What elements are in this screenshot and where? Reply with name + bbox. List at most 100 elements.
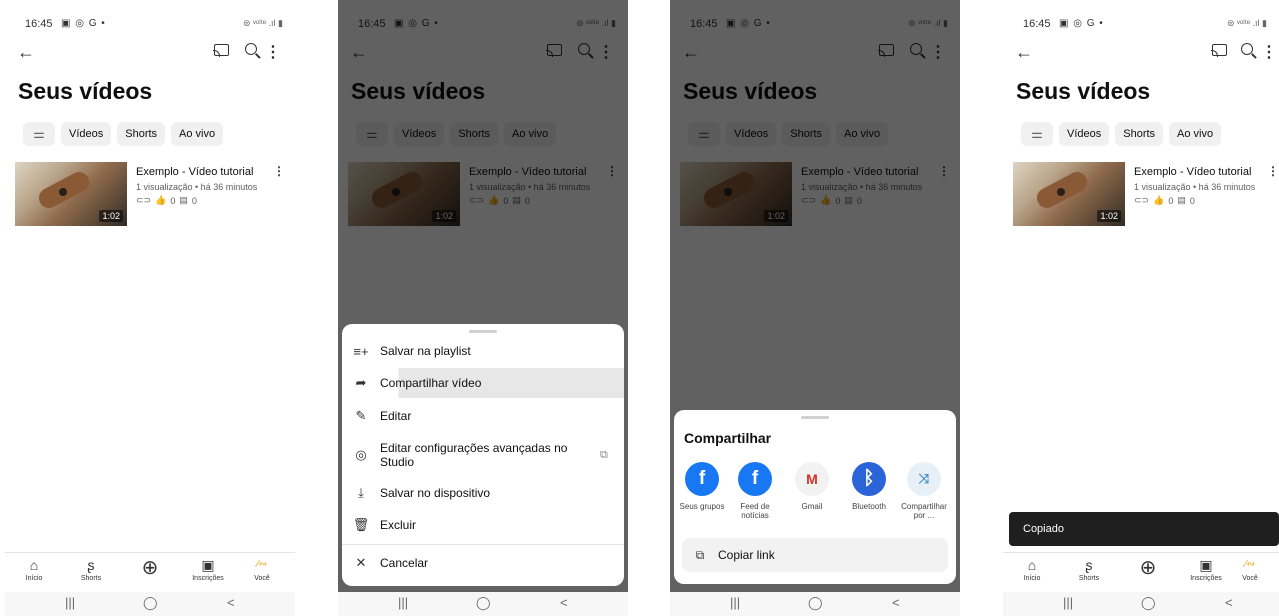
filter-chips: ⚌ Vídeos Shorts Ao vivo xyxy=(23,122,224,146)
chip-shorts[interactable]: Shorts xyxy=(1115,122,1164,146)
facebook-icon: f xyxy=(738,462,772,496)
like-icon: 👍 xyxy=(1153,195,1165,205)
menu-edit-advanced-studio[interactable]: ◎ Editar configurações avançadas no Studi… xyxy=(342,434,624,476)
system-home-icon[interactable]: ◯ xyxy=(143,595,158,611)
menu-edit[interactable]: ✎ Editar xyxy=(342,401,624,431)
video-more-icon[interactable]: ⋮ xyxy=(1267,164,1279,178)
video-meta: 1 visualização • há 36 minutos xyxy=(1134,182,1256,192)
chip-live[interactable]: Ao vivo xyxy=(171,122,224,146)
menu-label: Salvar na playlist xyxy=(380,344,471,358)
nav-create[interactable]: ⊕ xyxy=(125,557,175,581)
recents-icon[interactable]: ||| xyxy=(1063,595,1073,610)
copied-toast: Copiado xyxy=(1009,512,1279,546)
menu-save-to-device[interactable]: ⤓ Salvar no dispositivo xyxy=(342,478,624,508)
status-right-icons: ⊜ ᵛᵒˡᵗᵉ .ıl ▮ xyxy=(1226,18,1267,28)
system-home-icon[interactable]: ◯ xyxy=(476,595,491,611)
filter-sliders-icon[interactable]: ⚌ xyxy=(1021,122,1053,146)
like-icon: 👍 xyxy=(155,195,167,205)
nav-home[interactable]: ⌂ Início xyxy=(9,557,59,582)
share-facebook-feed[interactable]: f Feed de notícias xyxy=(727,462,783,520)
pencil-icon: ✎ xyxy=(355,408,367,423)
share-other[interactable]: ⤨ Compartilhar por ... xyxy=(896,462,952,520)
cast-icon[interactable] xyxy=(213,44,229,57)
nav-shorts[interactable]: ʂ Shorts xyxy=(66,557,116,582)
nav-subscriptions[interactable]: ▣ Inscrições xyxy=(183,557,233,582)
nav-home-label: Início xyxy=(25,575,43,582)
system-back-icon[interactable]: < xyxy=(1225,595,1233,610)
filter-sliders-icon[interactable]: ⚌ xyxy=(23,122,55,146)
sheet-drag-handle[interactable] xyxy=(469,330,497,333)
recents-icon[interactable]: ||| xyxy=(65,595,75,610)
system-back-icon[interactable]: < xyxy=(892,595,900,610)
download-icon: ⤓ xyxy=(358,485,364,500)
chip-shorts[interactable]: Shorts xyxy=(117,122,166,146)
video-duration: 1:02 xyxy=(99,210,123,222)
share-app-label: Bluetooth xyxy=(852,502,886,511)
share-sheet: Compartilhar f Seus grupos f Feed de notíc… xyxy=(674,410,956,584)
external-link-icon: ⧉ xyxy=(600,448,608,461)
system-back-icon[interactable]: < xyxy=(560,595,568,610)
menu-label: Salvar no dispositivo xyxy=(380,486,491,500)
more-options-icon[interactable]: ⋮ xyxy=(265,42,281,62)
nav-shorts[interactable]: ʂ Shorts xyxy=(1064,557,1114,582)
share-icon: ➦ xyxy=(355,375,367,390)
share-gmail[interactable]: M Gmail xyxy=(784,462,840,511)
video-list-item[interactable]: 1:02 Exemplo - Vídeo tutorial 1 visualiz… xyxy=(1013,162,1279,228)
video-stats: ⊂⊃ 👍 0 ▤ 0 xyxy=(1134,195,1195,206)
nav-subscriptions-label: Inscrições xyxy=(1190,575,1222,582)
video-thumbnail[interactable]: 1:02 xyxy=(15,162,127,226)
menu-cancel[interactable]: ✕ Cancelar xyxy=(342,548,624,578)
search-icon[interactable] xyxy=(245,43,257,55)
video-thumbnail[interactable]: 1:02 xyxy=(1013,162,1125,226)
chip-videos[interactable]: Vídeos xyxy=(61,122,112,146)
menu-label: Editar xyxy=(380,409,412,423)
copy-link-label: Copiar link xyxy=(718,548,775,562)
recents-icon[interactable]: ||| xyxy=(730,595,740,610)
chip-videos[interactable]: Vídeos xyxy=(1059,122,1110,146)
menu-share-video[interactable]: ➦ Compartilhar vídeo xyxy=(342,368,624,398)
copy-icon: ⧉ xyxy=(695,547,705,562)
nav-you-label: Você xyxy=(1242,575,1258,582)
video-title[interactable]: Exemplo - Vídeo tutorial xyxy=(1134,166,1251,178)
nav-you-label: Você xyxy=(254,575,270,582)
more-options-icon[interactable]: ⋮ xyxy=(1261,42,1277,62)
recents-icon[interactable]: ||| xyxy=(398,595,408,610)
channel-avatar-icon: ∕∾ xyxy=(256,559,268,570)
video-list-item[interactable]: 1:02 Exemplo - Vídeo tutorial 1 visualiz… xyxy=(15,162,287,228)
search-icon[interactable] xyxy=(1241,43,1253,55)
menu-save-to-playlist[interactable]: ≡+ Salvar na playlist xyxy=(342,336,624,366)
menu-label: Editar configurações avançadas no Studio xyxy=(380,441,568,469)
quick-share-icon: ⤨ xyxy=(907,462,941,496)
visibility-link-icon: ⊂⊃ xyxy=(136,195,152,205)
video-meta: 1 visualização • há 36 minutos xyxy=(136,182,258,192)
nav-home[interactable]: ⌂ Início xyxy=(1007,557,1057,582)
close-icon: ✕ xyxy=(355,555,367,570)
back-arrow-icon[interactable]: ← xyxy=(1015,42,1033,63)
facebook-icon: f xyxy=(685,462,719,496)
system-home-icon[interactable]: ◯ xyxy=(808,595,823,611)
cast-icon[interactable] xyxy=(1211,44,1227,57)
system-home-icon[interactable]: ◯ xyxy=(1141,595,1156,611)
sheet-drag-handle[interactable] xyxy=(801,416,829,419)
video-more-icon[interactable]: ⋮ xyxy=(273,164,285,178)
nav-create[interactable]: ⊕ xyxy=(1123,557,1173,581)
bottom-navigation: ⌂ Início ʂ Shorts ⊕ ▣ Inscrições ∕∾ Você xyxy=(1003,552,1279,592)
copy-link-button[interactable]: ⧉ Copiar link xyxy=(682,538,948,572)
subscriptions-icon: ▣ xyxy=(201,557,215,573)
nav-you[interactable]: ∕∾ Você xyxy=(237,557,287,582)
nav-subscriptions[interactable]: ▣ Inscrições xyxy=(1181,557,1231,582)
share-bluetooth[interactable]: ᛒ Bluetooth xyxy=(841,462,897,511)
page-title: Seus vídeos xyxy=(1016,78,1151,104)
video-options-sheet: ≡+ Salvar na playlist ➦ Compartilhar vídeo… xyxy=(342,324,624,586)
nav-you[interactable]: ∕∾ Você xyxy=(1225,557,1275,582)
chip-live[interactable]: Ao vivo xyxy=(1169,122,1222,146)
comment-icon: ▤ xyxy=(1177,195,1186,205)
trash-icon: 🗑 xyxy=(352,517,370,532)
video-title[interactable]: Exemplo - Vídeo tutorial xyxy=(136,166,253,178)
menu-delete[interactable]: 🗑 Excluir xyxy=(342,510,624,540)
system-back-icon[interactable]: < xyxy=(227,595,235,610)
system-navigation-bar: ||| ◯ < xyxy=(338,592,628,616)
share-facebook-groups[interactable]: f Seus grupos xyxy=(674,462,730,511)
top-bar: ← ⋮ xyxy=(5,40,295,66)
back-arrow-icon[interactable]: ← xyxy=(17,42,35,63)
